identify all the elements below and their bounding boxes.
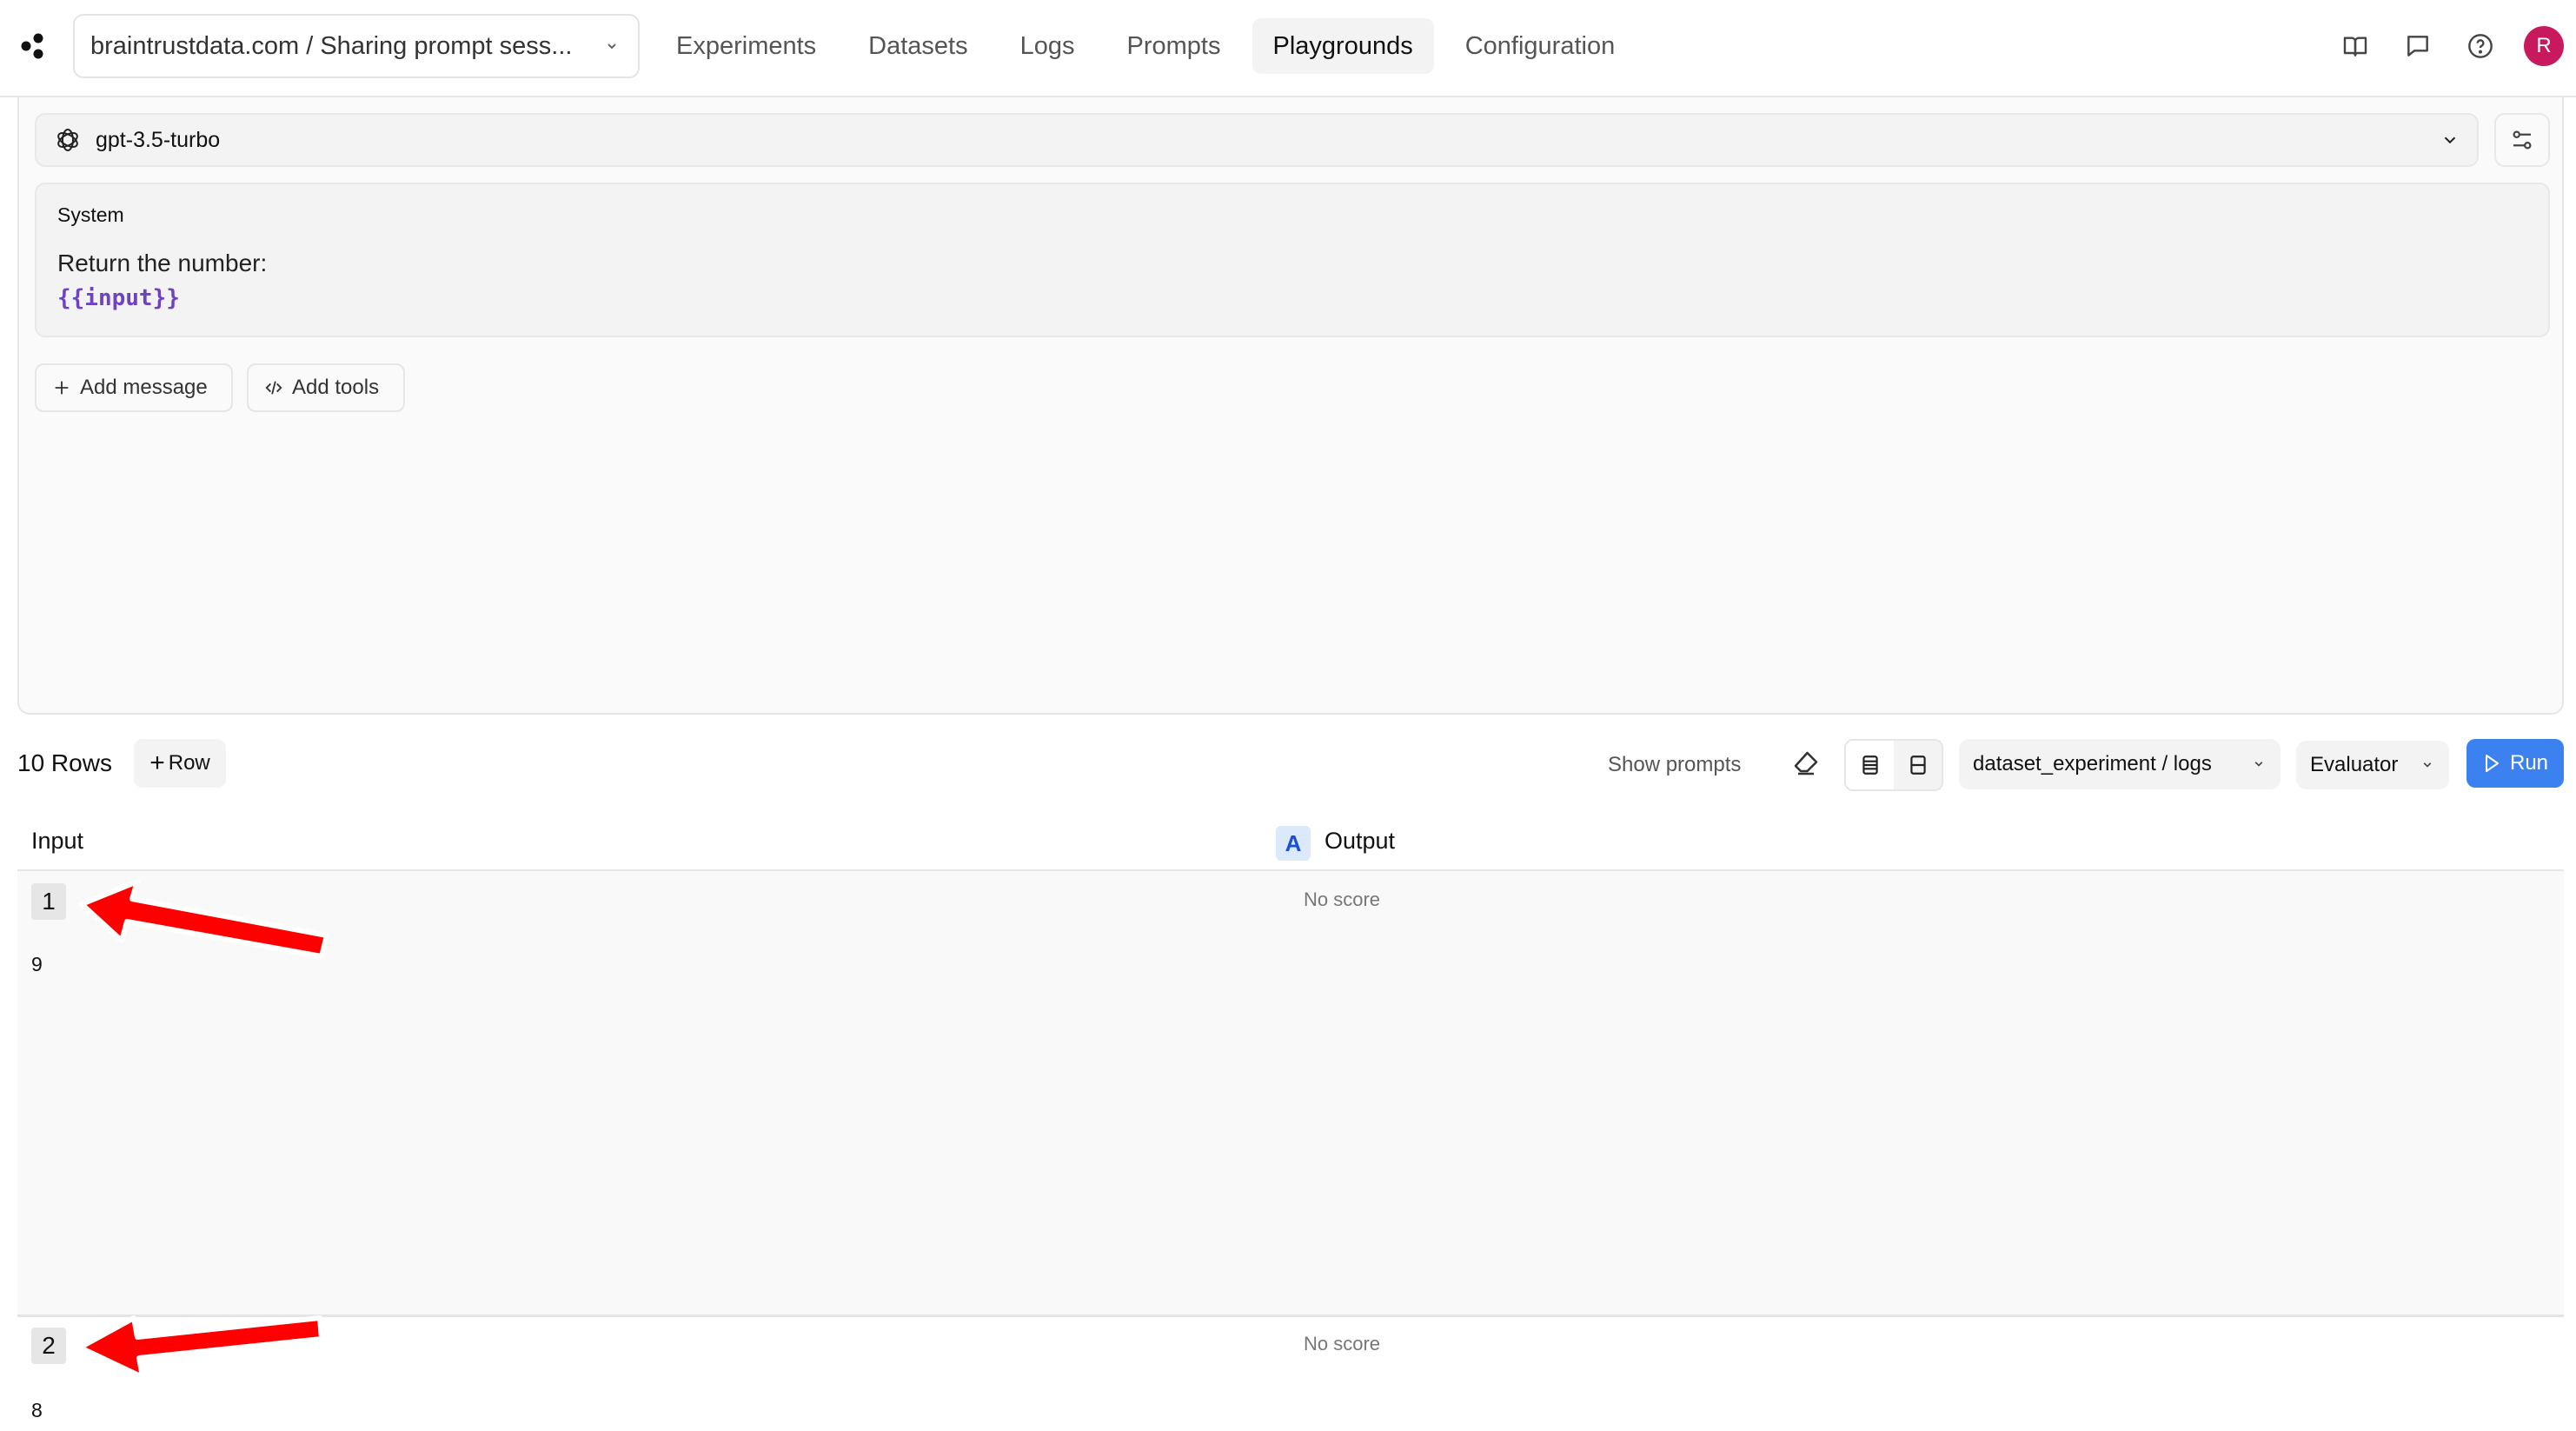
project-selector-label: braintrustdata.com / Sharing prompt sess… <box>90 31 573 60</box>
row-index-badge: 1 <box>31 883 66 920</box>
braintrust-logo-icon[interactable] <box>19 31 49 61</box>
project-selector[interactable]: braintrustdata.com / Sharing prompt sess… <box>73 14 640 78</box>
rows-icon <box>1862 755 1878 775</box>
main-tabs: Experiments Datasets Logs Prompts Playgr… <box>655 17 1636 75</box>
message-text: Return the number: <box>57 250 268 276</box>
column-header-output: Output <box>1325 828 1396 854</box>
eraser-icon[interactable] <box>1790 748 1822 779</box>
add-row-button[interactable]: + Row <box>134 739 226 788</box>
user-avatar[interactable]: R <box>2524 26 2564 66</box>
book-icon[interactable] <box>2336 27 2374 65</box>
template-variable: {{input}} <box>57 285 180 311</box>
model-name: gpt-3.5-turbo <box>96 127 221 152</box>
table-row[interactable]: 1 9 No score <box>17 871 2564 1315</box>
plus-icon: + <box>149 749 165 777</box>
split-view-button[interactable] <box>1894 741 1942 789</box>
system-message[interactable]: System Return the number: {{input}} <box>35 183 2550 337</box>
tab-configuration[interactable]: Configuration <box>1444 18 1637 74</box>
output-variant-badge: A <box>1276 826 1311 861</box>
model-selector[interactable]: gpt-3.5-turbo <box>35 113 2479 167</box>
tab-playgrounds[interactable]: Playgrounds <box>1251 18 1434 74</box>
sliders-icon <box>2513 130 2532 150</box>
chevron-down-icon <box>2444 136 2456 144</box>
model-settings-button[interactable] <box>2494 113 2550 167</box>
chat-icon[interactable] <box>2399 27 2437 65</box>
header-actions: R <box>2336 26 2564 66</box>
add-row-label: Row <box>168 751 210 775</box>
top-nav-bar: braintrustdata.com / Sharing prompt sess… <box>0 0 2576 97</box>
chevron-down-icon <box>607 43 616 50</box>
plus-icon <box>55 381 69 395</box>
code-icon <box>265 381 282 395</box>
add-tools-button[interactable]: Add tools <box>247 363 405 412</box>
rows-count: 10 Rows <box>17 749 112 776</box>
play-icon <box>2485 755 2499 772</box>
chevron-down-icon <box>2423 762 2432 768</box>
prompt-editor-panel: gpt-3.5-turbo System Return the number: … <box>17 97 2564 715</box>
column-header-input: Input <box>31 828 84 854</box>
message-role-label: System <box>57 203 124 226</box>
dataset-selector-label: dataset_experiment / logs <box>1973 752 2212 775</box>
row-index-badge: 2 <box>31 1328 66 1364</box>
run-label: Run <box>2509 751 2549 775</box>
list-view-button[interactable] <box>1846 741 1894 789</box>
row-score-status: No score <box>1304 1333 1381 1354</box>
tab-logs[interactable]: Logs <box>999 18 1096 74</box>
evaluator-selector[interactable]: Evaluator <box>2296 741 2449 789</box>
chevron-down-icon <box>2254 762 2263 767</box>
split-icon <box>1909 755 1926 775</box>
tab-prompts[interactable]: Prompts <box>1106 18 1242 74</box>
row-input-value: 8 <box>31 1399 43 1421</box>
tab-datasets[interactable]: Datasets <box>847 18 988 74</box>
openai-icon <box>57 129 78 151</box>
dataset-selector[interactable]: dataset_experiment / logs <box>1959 739 2281 789</box>
tab-experiments[interactable]: Experiments <box>655 18 837 74</box>
help-icon[interactable] <box>2461 27 2500 65</box>
show-prompts-toggle[interactable]: Show prompts <box>1608 753 1741 777</box>
add-message-button[interactable]: Add message <box>35 363 233 412</box>
view-mode-toggle <box>1844 739 1943 791</box>
run-button[interactable]: Run <box>2466 739 2564 788</box>
add-tools-label: Add tools <box>292 376 380 399</box>
add-message-label: Add message <box>80 376 208 399</box>
evaluator-selector-label: Evaluator <box>2310 753 2399 776</box>
row-score-status: No score <box>1304 889 1381 910</box>
table-row[interactable]: 2 8 No score <box>17 1317 2564 1431</box>
row-input-value: 9 <box>31 953 43 975</box>
